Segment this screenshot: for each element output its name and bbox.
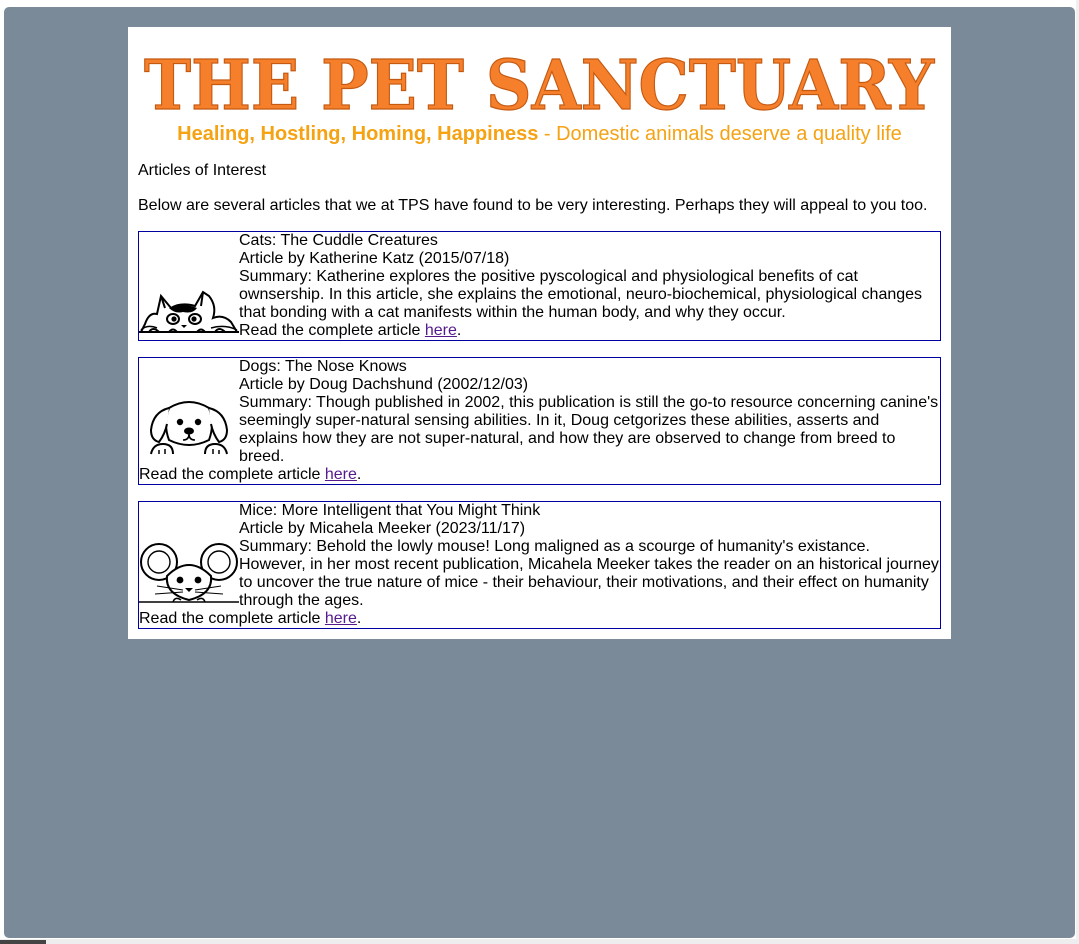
article-text: Mice: More Intelligent that You Might Th…: [239, 502, 940, 610]
article-link[interactable]: here: [325, 610, 357, 627]
read-more-label: Read the complete article: [139, 466, 325, 483]
section-heading: Articles of Interest: [138, 162, 267, 179]
taskbar-edge: [0, 939, 1079, 944]
tagline-rest: - Domestic animals deserve a quality lif…: [538, 123, 902, 145]
site-title: THE PET SANCTUARY: [128, 41, 951, 119]
article-link[interactable]: here: [325, 466, 357, 483]
read-more: Read the complete article here.: [139, 466, 940, 484]
article-summary: Summary: Katherine explores the positive…: [239, 268, 923, 321]
read-more-suffix: .: [356, 466, 362, 483]
dog-icon: [139, 394, 239, 456]
article-text: Dogs: The Nose Knows Article by Doug Dac…: [239, 358, 940, 466]
article-link[interactable]: here: [425, 322, 457, 339]
article-byline: Article by Doug Dachshund (2002/12/03): [239, 376, 529, 393]
intro-text: Below are several articles that we at TP…: [138, 197, 928, 214]
article-title: Dogs: The Nose Knows: [239, 358, 407, 375]
article-byline: Article by Katherine Katz (2015/07/18): [239, 250, 510, 267]
read-more: Read the complete article here.: [139, 610, 940, 628]
read-more-label: Read the complete article: [239, 322, 425, 339]
content-panel: THE PET SANCTUARY Healing, Hostling, Hom…: [128, 27, 951, 639]
site-title-text: THE PET SANCTUARY: [144, 46, 935, 119]
article-card-cats: Cats: The Cuddle Creatures Article by Ka…: [138, 231, 941, 341]
cat-icon: [139, 284, 239, 334]
tagline-strong: Healing, Hostling, Homing, Happiness: [177, 123, 539, 145]
mouse-icon: [139, 540, 239, 604]
article-summary: Summary: Though published in 2002, this …: [239, 394, 939, 465]
article-title: Mice: More Intelligent that You Might Th…: [239, 502, 541, 519]
article-card-mice: Mice: More Intelligent that You Might Th…: [138, 501, 941, 629]
read-more-suffix: .: [456, 322, 462, 339]
read-more: Read the complete article here.: [239, 322, 940, 340]
read-more-suffix: .: [356, 610, 362, 627]
article-text: Cats: The Cuddle Creatures Article by Ka…: [239, 232, 940, 340]
tagline: Healing, Hostling, Homing, Happiness - D…: [128, 123, 951, 146]
article-title: Cats: The Cuddle Creatures: [239, 232, 438, 249]
article-summary: Summary: Behold the lowly mouse! Long ma…: [239, 538, 939, 609]
read-more-label: Read the complete article: [139, 610, 325, 627]
article-byline: Article by Micahela Meeker (2023/11/17): [239, 520, 526, 537]
article-card-dogs: Dogs: The Nose Knows Article by Doug Dac…: [138, 357, 941, 485]
